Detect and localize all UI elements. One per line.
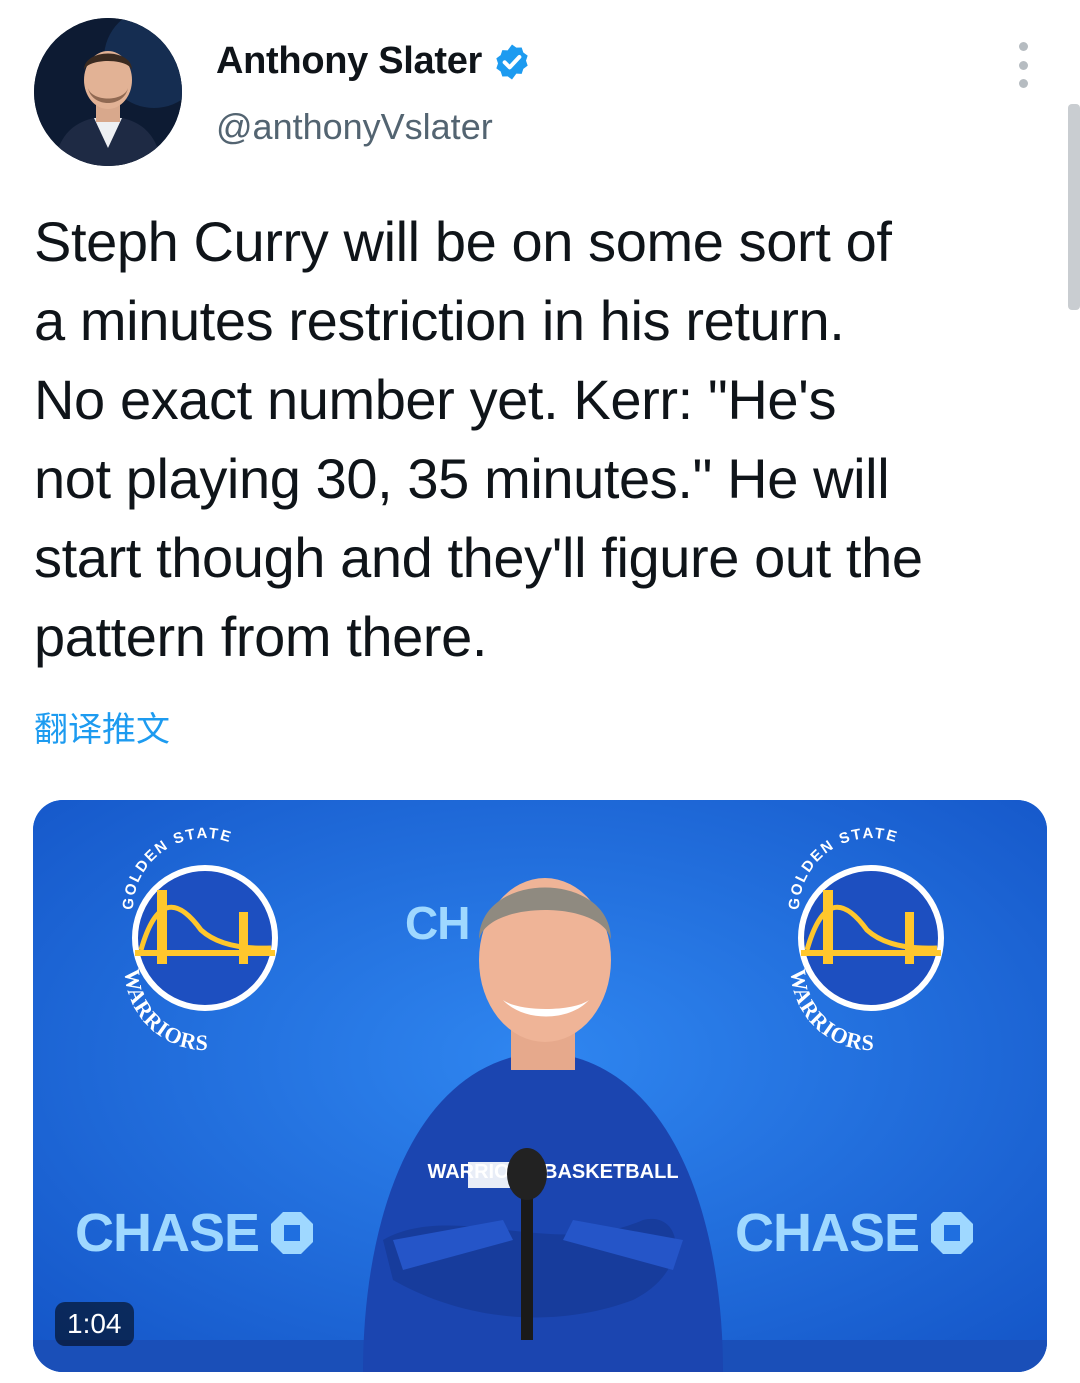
author-avatar-image [34, 18, 182, 166]
chase-octagon-icon [931, 1212, 974, 1254]
author-name[interactable]: Anthony Slater [216, 40, 482, 83]
chase-partial-text: CH [405, 897, 470, 949]
chase-logo-left: CHASE [75, 1202, 315, 1264]
more-options-icon[interactable] [1008, 42, 1038, 88]
chase-octagon-icon [271, 1212, 314, 1254]
author-avatar[interactable] [34, 18, 182, 166]
shirt-text: WARRIORS BASKETBALL [427, 1161, 678, 1183]
tweet-text: Steph Curry will be on some sort of a mi… [34, 210, 923, 668]
verified-badge-icon [496, 44, 528, 79]
scrollbar[interactable] [1068, 104, 1080, 310]
translate-tweet-link[interactable]: 翻译推文 [34, 702, 170, 751]
video-duration-badge: 1:04 [55, 1302, 134, 1346]
chase-text-left: CHASE [75, 1203, 260, 1263]
chase-logo-top: CH [405, 896, 470, 950]
chase-logo-right: CHASE [735, 1202, 975, 1264]
video-thumbnail: GOLDEN STATE WARRIORS GOLDEN STATE WARRI… [33, 800, 1047, 1372]
author-name-row: Anthony Slater [216, 40, 532, 83]
chase-text-right: CHASE [735, 1203, 920, 1263]
author-handle[interactable]: @anthonyVslater [216, 106, 493, 148]
video-player[interactable]: GOLDEN STATE WARRIORS GOLDEN STATE WARRI… [33, 800, 1047, 1372]
